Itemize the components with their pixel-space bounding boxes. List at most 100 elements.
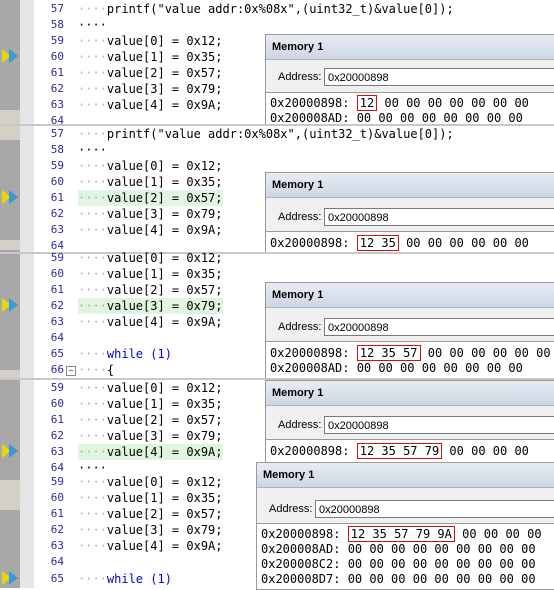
code-line[interactable]: ····value[4] = 0x9A; [78, 538, 223, 554]
line-number: 61 [50, 413, 64, 426]
code-line[interactable]: ····value[3] = 0x79; [78, 206, 223, 222]
line-number: 62 [50, 523, 64, 536]
line-number: 59 [50, 475, 64, 488]
line-number: 62 [50, 207, 64, 220]
line-number: 66 [50, 363, 64, 376]
memory-window-1: Memory 1 Address: 0x20000898 0x20000898:… [265, 34, 554, 126]
address-label: Address: [278, 419, 322, 431]
line-number: 62 [50, 299, 64, 312]
line-number: 63 [50, 223, 64, 236]
memory-window-title: Memory 1 [266, 35, 554, 60]
line-number: 64 [50, 555, 64, 568]
memory-window-title: Memory 1 [266, 283, 554, 308]
code-line[interactable]: ····value[3] = 0x79; [78, 428, 223, 444]
memory-data[interactable]: 0x20000898: 12 35 00 00 00 00 00 00 [266, 231, 554, 253]
current-code-line[interactable]: ····value[3] = 0x79; [78, 298, 223, 314]
current-code-line[interactable]: ····value[2] = 0x57; [78, 190, 223, 206]
line-number: 59 [50, 251, 64, 264]
code-line[interactable]: ····value[0] = 0x12; [78, 474, 223, 490]
address-input[interactable]: 0x20000898 [324, 416, 554, 434]
line-number: 58 [50, 18, 64, 31]
line-number: 57 [50, 127, 64, 140]
memory-window-5: Memory 1 Address: 0x20000898 0x20000898:… [256, 462, 554, 590]
code-line[interactable]: ····while (1) [78, 346, 172, 362]
line-number: 61 [50, 507, 64, 520]
address-input[interactable]: 0x20000898 [315, 500, 554, 518]
memory-window-title: Memory 1 [257, 463, 554, 488]
code-line[interactable]: ····value[2] = 0x57; [78, 65, 223, 81]
fold-toggle-icon[interactable]: − [66, 366, 76, 376]
code-line[interactable]: ····printf("value addr:0x%08x",(uint32_t… [78, 1, 454, 17]
code-line[interactable]: ····value[4] = 0x9A; [78, 97, 223, 113]
line-number: 60 [50, 175, 64, 188]
code-line[interactable]: ····value[2] = 0x57; [78, 282, 223, 298]
current-line-arrow-icon [9, 571, 18, 585]
code-line[interactable]: ····value[2] = 0x57; [78, 412, 223, 428]
memory-window-2: Memory 1 Address: 0x20000898 0x20000898:… [265, 172, 554, 254]
code-line[interactable]: ····value[3] = 0x79; [78, 81, 223, 97]
changed-bytes: 12 35 [356, 235, 399, 251]
line-number: 64 [50, 331, 64, 344]
address-input[interactable]: 0x20000898 [324, 318, 554, 336]
line-number: 61 [50, 66, 64, 79]
memory-data[interactable]: 0x20000898: 12 35 57 79 9A 00 00 00 00 0… [257, 523, 554, 589]
line-number: 57 [50, 2, 64, 15]
code-line[interactable]: ····value[1] = 0x35; [78, 396, 223, 412]
line-number: 63 [50, 98, 64, 111]
line-number: 60 [50, 267, 64, 280]
changed-bytes: 12 35 57 [356, 345, 421, 361]
code-line[interactable]: ····value[4] = 0x9A; [78, 314, 223, 330]
line-number: 59 [50, 159, 64, 172]
address-label: Address: [278, 321, 322, 333]
code-line[interactable]: ····{ [78, 362, 114, 378]
memory-window-4: Memory 1 Address: 0x20000898 0x20000898:… [265, 380, 554, 464]
address-label: Address: [278, 71, 322, 83]
memory-window-3: Memory 1 Address: 0x20000898 0x20000898:… [265, 282, 554, 380]
line-number: 59 [50, 34, 64, 47]
line-number: 63 [50, 445, 64, 458]
memory-data[interactable]: 0x20000898: 12 35 57 79 00 00 00 00 [266, 439, 554, 463]
current-line-arrow-icon [9, 190, 18, 204]
line-number: 63 [50, 315, 64, 328]
changed-bytes: 12 35 57 79 [356, 443, 443, 459]
code-line[interactable]: ····value[4] = 0x9A; [78, 222, 223, 238]
current-line-arrow-icon [9, 49, 18, 63]
line-number: 62 [50, 82, 64, 95]
line-number: 61 [50, 283, 64, 296]
line-number: 62 [50, 429, 64, 442]
changed-bytes: 12 35 57 79 9A [347, 526, 455, 542]
line-number: 61 [50, 191, 64, 204]
code-line[interactable]: ····value[0] = 0x12; [78, 33, 223, 49]
address-input[interactable]: 0x20000898 [324, 68, 554, 86]
code-line[interactable]: ····value[0] = 0x12; [78, 250, 223, 266]
code-line[interactable]: ····value[1] = 0x35; [78, 490, 223, 506]
code-line[interactable]: ····while (1) [78, 571, 172, 587]
line-number: 60 [50, 50, 64, 63]
line-number: 65 [50, 572, 64, 585]
code-line[interactable]: ····value[1] = 0x35; [78, 266, 223, 282]
changed-bytes: 12 [356, 95, 378, 111]
memory-data[interactable]: 0x20000898: 12 35 57 00 00 00 00 00 00 0… [266, 341, 554, 379]
code-line[interactable]: ····printf("value addr:0x%08x",(uint32_t… [78, 126, 454, 142]
code-line[interactable]: ····value[1] = 0x35; [78, 49, 223, 65]
current-line-arrow-icon [9, 444, 18, 458]
current-line-arrow-icon [9, 298, 18, 312]
address-input[interactable]: 0x20000898 [324, 208, 554, 226]
memory-data[interactable]: 0x20000898: 12 00 00 00 00 00 00 00 0x20… [266, 92, 554, 125]
code-line[interactable]: ····value[0] = 0x12; [78, 158, 223, 174]
memory-window-title: Memory 1 [266, 173, 554, 198]
line-number: 58 [50, 143, 64, 156]
code-line[interactable]: ····value[2] = 0x57; [78, 506, 223, 522]
current-code-line[interactable]: ····value[4] = 0x9A; [78, 444, 223, 460]
code-line[interactable]: ····value[1] = 0x35; [78, 174, 223, 190]
line-number: 59 [50, 381, 64, 394]
line-number: 60 [50, 491, 64, 504]
code-line[interactable]: ····value[3] = 0x79; [78, 522, 223, 538]
address-label: Address: [269, 503, 313, 515]
code-line[interactable]: ····value[0] = 0x12; [78, 380, 223, 396]
address-label: Address: [278, 211, 322, 223]
line-number: 63 [50, 539, 64, 552]
memory-window-title: Memory 1 [266, 381, 554, 406]
line-number: 65 [50, 347, 64, 360]
line-number: 60 [50, 397, 64, 410]
